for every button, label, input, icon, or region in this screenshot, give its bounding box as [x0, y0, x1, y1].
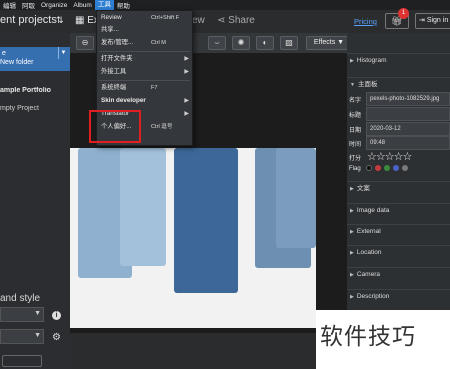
chevron-down-icon: ▼ [34, 332, 41, 339]
menu-tools[interactable]: 工具 [94, 0, 114, 10]
flag-black[interactable] [366, 165, 372, 171]
contrast-icon: ◐ [262, 38, 268, 47]
filmstrip-area [70, 333, 347, 369]
style-select[interactable]: ▼ [0, 307, 44, 322]
triangle-right-icon: ▶ [350, 229, 354, 235]
menu-item-external-tools[interactable]: 外接工具 ▶ [97, 66, 192, 78]
field-time: 时间 09:48 [347, 136, 450, 150]
section-main-panel[interactable]: ▼ 主面板 [347, 77, 450, 91]
signin-icon: ⇥ [419, 17, 427, 24]
signin-button[interactable]: ⇥ Sign in [415, 13, 450, 29]
triangle-right-icon: ▶ [350, 250, 354, 256]
style-select-2[interactable]: ▼ [0, 329, 44, 344]
project-portfolio[interactable]: ample Portfolio [0, 87, 70, 94]
menu-separator [99, 80, 190, 81]
triangle-down-icon: ▼ [350, 82, 355, 88]
menu-item-skin-developer[interactable]: Skin developer ▶ [97, 95, 192, 107]
field-name: 名字 pexels-photo-1082529.jpg [347, 92, 450, 106]
chevron-down-icon: ▼ [34, 310, 41, 317]
field-title: 标题 [347, 107, 450, 121]
jeans-medium-2 [276, 148, 316, 248]
chevron-down-icon[interactable]: ▼ [58, 47, 68, 59]
title-input[interactable] [366, 107, 450, 121]
triangle-right-icon: ▶ [350, 208, 354, 214]
folder-label: New folder [0, 59, 34, 66]
share-button[interactable]: ⋖ Share [217, 15, 255, 26]
grid-icon: ▦ [75, 15, 88, 26]
section-description[interactable]: ▶ Description [347, 289, 450, 303]
flag-green[interactable] [384, 165, 390, 171]
menu-item-share[interactable]: 共享... [97, 24, 192, 36]
share-icon: ⋖ [217, 15, 229, 26]
triangle-right-icon: ▶ [350, 58, 354, 64]
menu-edit[interactable]: 编辑 [0, 0, 19, 10]
menu-item-review[interactable]: Review Ctrl+Shift F [97, 12, 192, 24]
mask-button[interactable]: ⌣ [208, 36, 226, 50]
highlight-box [89, 110, 141, 143]
menu-separator [99, 51, 190, 52]
field-flag: Flag [347, 163, 450, 177]
selected-folder[interactable]: e New folder ▼ [0, 47, 70, 71]
flag-gray[interactable] [402, 165, 408, 171]
sort-icon[interactable]: ⇅ [56, 15, 64, 26]
section-location[interactable]: ▶ Location [347, 245, 450, 259]
curve-icon: ⌣ [214, 38, 220, 47]
image-button[interactable]: ▨ [280, 36, 298, 50]
contrast-button[interactable]: ◐ [256, 36, 274, 50]
project-empty[interactable]: mpty Project [0, 105, 70, 112]
section-caption[interactable]: ▶ 文案 [347, 181, 450, 195]
menu-item-publish[interactable]: 发布/管理... Ctrl M [97, 37, 192, 49]
jeans-light-2 [120, 148, 166, 266]
menu-item-terminal[interactable]: 系统终端 F7 [97, 82, 192, 94]
menu-help[interactable]: 帮助 [114, 0, 133, 10]
settings-button[interactable]: ✺ [232, 36, 250, 50]
section-camera[interactable]: ▶ Camera [347, 267, 450, 281]
field-date: 日期 2020-03-12 [347, 122, 450, 136]
menu-bar: 编辑 阿取 Organize Album 工具 帮助 [0, 0, 450, 10]
section-histogram[interactable]: ▶ Histogram [347, 53, 450, 67]
brand-style-panel: and style ▼ i ▼ ⚙ [0, 289, 70, 369]
gear-icon[interactable]: ⚙ [52, 332, 61, 343]
jeans-dark [174, 148, 238, 293]
brand-style-title: and style [0, 293, 41, 304]
rating-stars[interactable]: ☆☆☆☆☆ [367, 150, 412, 163]
date-input[interactable]: 2020-03-12 [366, 122, 450, 136]
remove-button[interactable]: ⊖ [76, 36, 94, 50]
image-icon: ▨ [285, 38, 293, 47]
watermark: 软件技巧 [316, 310, 450, 369]
triangle-right-icon: ▶ [350, 186, 354, 192]
notification-badge: 1 [398, 8, 409, 19]
pricing-link[interactable]: Pricing [354, 17, 377, 26]
bottom-button[interactable] [2, 355, 42, 367]
name-input[interactable]: pexels-photo-1082529.jpg [366, 92, 450, 106]
flag-blue[interactable] [393, 165, 399, 171]
tab-view[interactable]: ew [192, 15, 205, 26]
app-header: ent projects ⇅ ▦ Ex ew ⋖ Share Pricing 🎁… [0, 8, 450, 33]
projects-panel: e New folder ▼ ample Portfolio mpty Proj… [0, 33, 70, 369]
menu-item-open-folder[interactable]: 打开文件夹 ▶ [97, 53, 192, 65]
info-icon[interactable]: i [52, 311, 61, 320]
section-image-data[interactable]: ▶ Image data [347, 203, 450, 217]
menu-web[interactable]: 阿取 [19, 0, 38, 10]
time-input[interactable]: 09:48 [366, 136, 450, 150]
photo-image [70, 148, 316, 328]
flag-red[interactable] [375, 165, 381, 171]
field-rating: 打分 ☆☆☆☆☆ [349, 150, 412, 163]
sun-icon: ✺ [237, 38, 245, 47]
section-external[interactable]: ▶ External [347, 224, 450, 238]
minus-circle-icon: ⊖ [81, 38, 89, 47]
effects-button[interactable]: Effects ▼ [306, 36, 352, 50]
projects-title: ent projects [0, 14, 57, 26]
menu-organize[interactable]: Organize [38, 2, 70, 9]
triangle-right-icon: ▶ [350, 294, 354, 300]
menu-album[interactable]: Album [70, 2, 94, 9]
triangle-right-icon: ▶ [350, 272, 354, 278]
